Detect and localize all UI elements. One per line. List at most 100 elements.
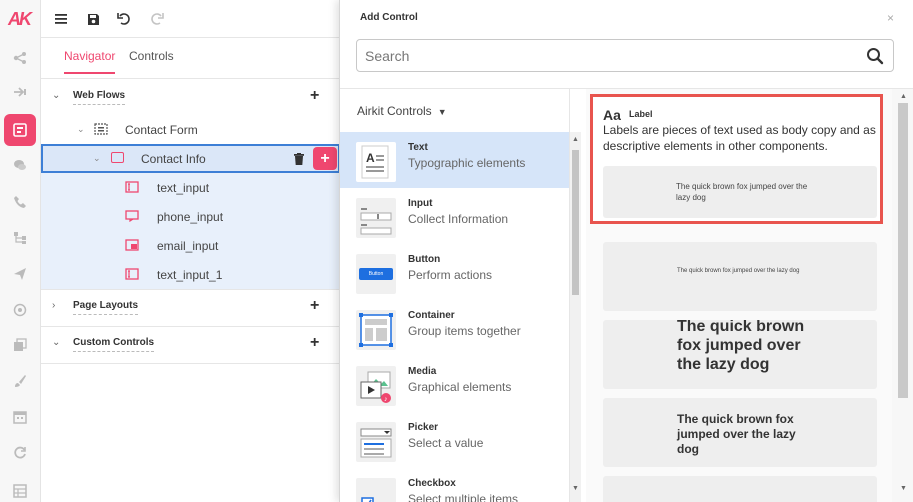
preview-card-heading-text[interactable]: The quick brown fox jumped over the lazy… [603,320,877,389]
chevron-down-icon[interactable]: ⌄ [52,90,60,101]
section-custom-controls[interactable]: ⌄ Custom Controls + [41,327,340,363]
chevron-down-icon[interactable]: ⌄ [77,124,85,135]
search-input[interactable] [365,46,845,66]
tree-item-contact-form[interactable]: ⌄ Contact Form [41,115,340,144]
tree-icon[interactable] [11,229,29,247]
control-list-scrollbar[interactable]: ▲ ▼ [570,132,581,502]
scroll-down-icon[interactable]: ▼ [900,485,907,492]
preview-card-more[interactable] [603,476,877,502]
category-dropdown[interactable]: Airkit Controls ▼ [357,104,447,118]
control-name: Text [408,142,428,153]
chevron-right-icon[interactable]: › [52,300,55,311]
container-control-icon [356,310,396,350]
svg-text:A: A [366,151,375,165]
scroll-down-icon[interactable]: ▼ [572,485,579,492]
app-window: AK Navigator Controls ⌄ Web Flows + ⌄ Co… [0,0,913,502]
label-preview-card[interactable]: Aa Label Labels are pieces of text used … [590,94,883,224]
tree-item-contact-info[interactable]: ⌄ Contact Info + [41,144,340,173]
table-icon[interactable] [11,482,29,500]
brand-logo[interactable]: AK [8,9,32,30]
tree-item-text-input-1[interactable]: text_input_1 [41,260,340,289]
preview-scrollbar[interactable]: ▲ ▼ [892,89,913,502]
add-control-dialog: Add Control × Airkit Controls ▼ A Text Ty… [339,0,913,502]
control-name: Input [408,198,433,209]
preview-description: Labels are pieces of text used as body c… [603,123,876,153]
tab-navigator[interactable]: Navigator [64,49,116,74]
scrollbar-thumb[interactable] [898,103,908,398]
control-preview-panel: Aa Label Labels are pieces of text used … [586,89,892,502]
control-list: A Text Typographic elements Input Collec… [340,132,569,502]
svg-text:♪: ♪ [384,396,388,403]
close-icon[interactable]: × [887,11,894,25]
preview-card-bold-text[interactable]: The quick brown fox jumped over the lazy… [603,398,877,467]
search-icon[interactable] [866,47,884,65]
calendar-icon[interactable] [11,408,29,426]
globe-icon[interactable] [11,301,29,319]
phone-icon[interactable] [11,193,29,211]
chevron-down-icon[interactable]: ⌄ [93,153,101,164]
refresh-icon[interactable] [11,444,29,462]
page-icon [111,152,124,163]
send-icon[interactable] [11,265,29,283]
flows-icon[interactable] [11,49,29,67]
control-name: Container [408,310,455,321]
chat-icon[interactable] [11,156,29,174]
section-web-flows[interactable]: ⌄ Web Flows + [41,79,340,115]
control-item-media[interactable]: ♪ Media Graphical elements [340,356,569,412]
picker-control-icon [356,422,396,462]
brush-icon[interactable] [11,372,29,390]
input-control-icon [356,198,396,238]
control-item-container[interactable]: Container Group items together [340,300,569,356]
save-icon[interactable] [84,10,102,28]
tree-item-label: phone_input [157,210,224,224]
navigator-tree: ⌄ Web Flows + ⌄ Contact Form ⌄ Contact I… [41,79,340,502]
web-form-icon[interactable] [4,114,36,146]
chevron-down-icon[interactable]: ⌄ [52,337,60,348]
section-page-layouts[interactable]: › Page Layouts + [41,290,340,326]
add-page-layout-button[interactable]: + [310,297,319,315]
tab-controls[interactable]: Controls [129,49,174,72]
menu-icon[interactable] [52,10,70,28]
add-web-flow-button[interactable]: + [310,87,319,105]
tree-item-text-input[interactable]: text_input [41,173,340,202]
media-icon[interactable] [11,336,29,354]
scroll-up-icon[interactable]: ▲ [572,136,579,143]
form-icon [94,123,108,135]
label-sample: The quick brown fox jumped over the lazy… [603,166,877,218]
control-name: Picker [408,422,439,433]
control-item-input[interactable]: Input Collect Information [340,188,569,244]
control-item-text[interactable]: A Text Typographic elements [340,132,569,188]
dialog-title: Add Control [360,12,418,23]
checkbox-control-icon [356,478,396,502]
email-input-icon [125,239,139,251]
add-control-button[interactable]: + [313,147,337,170]
preview-card-small-text[interactable]: The quick brown fox jumped over the lazy… [603,242,877,311]
control-name: Checkbox [408,478,456,489]
control-item-checkbox[interactable]: Checkbox Select multiple items [340,468,569,502]
section-title: Page Layouts [73,300,139,315]
control-name: Button [408,254,441,265]
sample-text: The quick brown fox jumped over the lazy… [676,182,808,202]
text-control-icon: A [356,142,396,182]
control-item-button[interactable]: Button Button Perform actions [340,244,569,300]
add-custom-control-button[interactable]: + [310,334,319,352]
connections-icon[interactable] [11,83,29,101]
undo-icon[interactable] [115,10,133,28]
category-label: Airkit Controls [357,104,432,118]
toolbar [41,0,340,38]
trash-icon[interactable] [294,153,304,168]
redo-icon[interactable] [147,10,165,28]
section-title: Web Flows [73,90,126,105]
label-type-icon: Aa [603,107,621,123]
sample-text: The quick brown fox jumped over the lazy… [677,412,796,456]
tree-item-email-input[interactable]: email_input [41,231,340,260]
tree-item-phone-input[interactable]: phone_input [41,202,340,231]
control-description: Collect Information [408,212,509,226]
sample-text: The quick brown fox jumped over the lazy… [677,320,805,373]
control-item-picker[interactable]: Picker Select a value [340,412,569,468]
scroll-up-icon[interactable]: ▲ [900,93,907,100]
button-thumb-label: Button [359,268,393,280]
scrollbar-thumb[interactable] [572,150,579,295]
section-title: Custom Controls [73,337,155,352]
caret-down-icon: ▼ [437,107,447,117]
